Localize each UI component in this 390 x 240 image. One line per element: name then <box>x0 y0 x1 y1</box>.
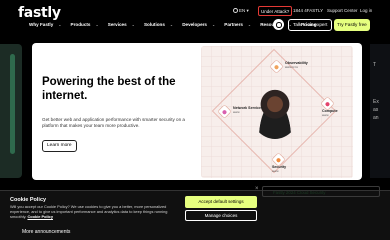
network-services-label: Network Services www <box>233 106 263 115</box>
slide-text: Ex <box>373 99 379 105</box>
carousel-slide-next[interactable]: T Ex as an <box>370 44 390 178</box>
slide-graphic <box>10 54 15 154</box>
nav-item-products[interactable]: Products ⌄ <box>71 22 104 27</box>
announcement-text: Fastly 2024 Cloud Security <box>273 190 326 195</box>
manage-choices-button[interactable]: Manage choices <box>185 210 257 221</box>
login-link[interactable]: Log in <box>360 8 372 13</box>
talk-to-expert-button[interactable]: Talk to an expert <box>288 18 333 31</box>
hero-illustration: Observability www.rc.ts Network Services w… <box>201 46 353 178</box>
learn-more-button[interactable]: Learn more <box>42 140 77 152</box>
observability-label: Observability www.rc.ts <box>285 61 308 70</box>
cookie-description: Will you accept our Cookie Policy? We us… <box>10 204 168 219</box>
under-attack-link[interactable]: Under Attack? <box>258 6 293 16</box>
carousel-slide-previous[interactable] <box>0 44 22 178</box>
cookie-policy-link[interactable]: Cookie Policy <box>27 214 53 219</box>
try-fastly-free-button[interactable]: Try Fastly free <box>334 18 370 31</box>
close-icon[interactable]: × <box>255 186 259 192</box>
compute-label: Compute www <box>322 109 338 118</box>
top-navigation: fastly EN ▾ Under Attack? 1844 4FASTLY S… <box>0 0 390 34</box>
fastly-logo[interactable]: fastly <box>18 5 61 21</box>
search-icon[interactable] <box>273 19 284 30</box>
accept-default-settings-button[interactable]: Accept default settings <box>185 196 257 208</box>
nav-item-solutions[interactable]: Solutions ⌄ <box>144 22 178 27</box>
language-selector[interactable]: EN ▾ <box>233 8 249 14</box>
globe-icon <box>233 8 238 13</box>
security-label: Security www <box>272 165 287 174</box>
announcement-bar[interactable]: Fastly 2024 Cloud Security <box>262 186 380 197</box>
hero-card: Powering the best of the internet. Get b… <box>32 43 362 180</box>
nav-item-partners[interactable]: Partners ⌄ <box>224 22 255 27</box>
slide-text: T <box>373 62 377 68</box>
language-label: EN <box>239 8 246 13</box>
hero-description: Get better web and application performan… <box>42 117 185 128</box>
hero-title: Powering the best of the internet. <box>42 76 176 102</box>
slide-text: an <box>373 115 379 121</box>
phone-link[interactable]: 1844 4FASTLY <box>293 8 323 13</box>
nav-item-why-fastly[interactable]: Why Fastly ⌄ <box>29 22 66 27</box>
nav-item-developers[interactable]: Developers ⌄ <box>182 22 219 27</box>
support-center-link[interactable]: Support Center <box>327 8 358 13</box>
nav-item-services[interactable]: Services ⌄ <box>108 22 140 27</box>
slide-text: as <box>373 107 379 113</box>
cookie-title: Cookie Policy <box>10 197 47 203</box>
more-announcements-link[interactable]: More announcements <box>22 229 70 235</box>
